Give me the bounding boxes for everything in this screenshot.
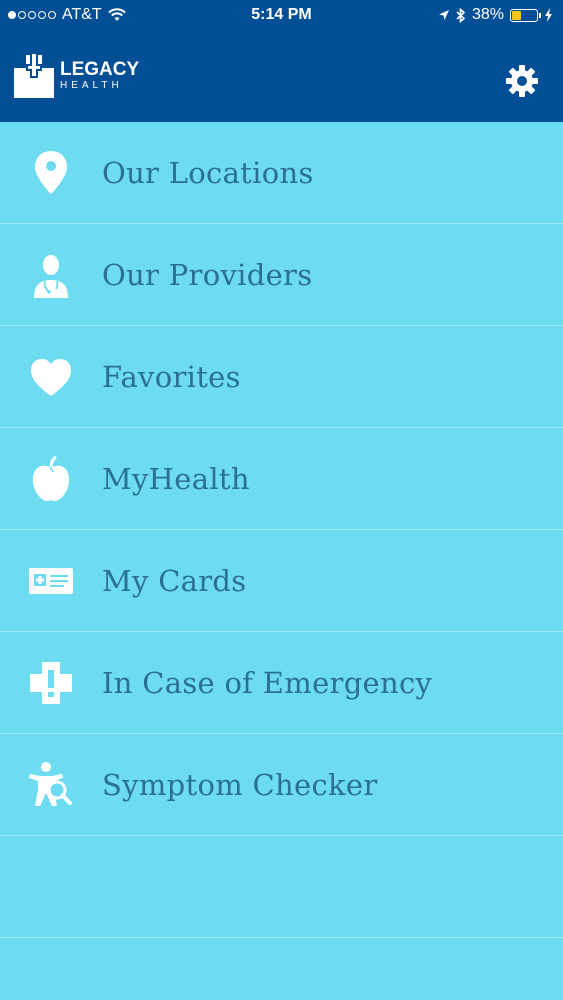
logo-mark-icon: [14, 52, 54, 98]
menu-item-our-locations[interactable]: Our Locations: [0, 122, 563, 224]
gear-icon[interactable]: [505, 64, 539, 98]
menu-item-in-case-of-emergency[interactable]: In Case of Emergency: [0, 632, 563, 734]
menu-item-label: Symptom Checker: [102, 767, 378, 802]
location-arrow-icon: [438, 10, 449, 20]
heart-icon: [31, 359, 71, 396]
menu-item-favorites[interactable]: Favorites: [0, 326, 563, 428]
bluetooth-icon: [456, 7, 466, 23]
menu-item-label: Our Locations: [102, 155, 314, 190]
emergency-cross-icon: [30, 662, 72, 704]
menu-item-myhealth[interactable]: MyHealth: [0, 428, 563, 530]
battery-percent: 38%: [471, 6, 504, 23]
menu-item-label: In Case of Emergency: [102, 665, 433, 700]
logo-line2: HEALTH: [60, 79, 123, 91]
menu-item-label: Our Providers: [102, 257, 313, 292]
main-menu: Our Locations Our Providers Favorites My…: [0, 122, 563, 938]
logo-line1: LEGACY: [60, 58, 140, 80]
legacy-health-logo[interactable]: LEGACY HEALTH: [14, 52, 139, 98]
location-pin-icon: [35, 151, 67, 194]
menu-item-label: MyHealth: [102, 461, 250, 496]
doctor-icon: [34, 255, 68, 298]
status-bar: AT&T 5:14 PM 38%: [0, 0, 563, 30]
menu-item-our-providers[interactable]: Our Providers: [0, 224, 563, 326]
menu-item-symptom-checker[interactable]: Symptom Checker: [0, 734, 563, 836]
apple-icon: [32, 455, 70, 501]
app-header: AT&T 5:14 PM 38% LEGACY HEALTH: [0, 0, 563, 122]
menu-item-label: Favorites: [102, 359, 241, 394]
charging-bolt-icon: [545, 8, 552, 22]
menu-item-label: My Cards: [102, 563, 247, 598]
battery-level-fill: [512, 10, 521, 20]
symptom-checker-icon: [29, 762, 72, 806]
battery-icon: [510, 8, 541, 22]
status-bar-right: 38%: [438, 6, 553, 24]
empty-row: [0, 836, 563, 938]
logo-wordmark: LEGACY HEALTH: [60, 60, 139, 91]
card-icon: [29, 568, 73, 594]
menu-item-my-cards[interactable]: My Cards: [0, 530, 563, 632]
